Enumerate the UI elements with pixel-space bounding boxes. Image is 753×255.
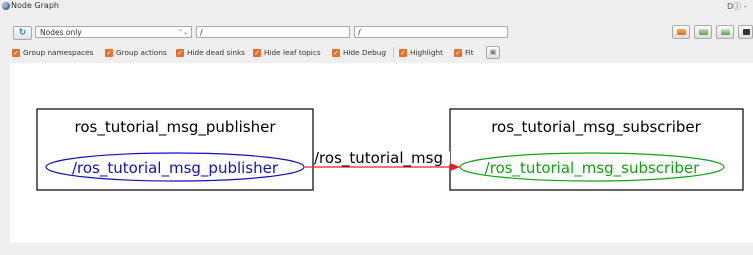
group-namespaces-checkbox[interactable]: ✓ Group namespaces	[12, 47, 93, 58]
topic-filter-input[interactable]: /	[354, 26, 508, 38]
highlight-checkbox[interactable]: ✓ Highlight	[399, 47, 443, 58]
publisher-node-label: /ros_tutorial_msg_publisher	[72, 159, 279, 178]
app-icon	[2, 2, 10, 10]
node-graph: ros_tutorial_msg_publisher /ros_tutorial…	[36, 108, 744, 191]
fit-view-button[interactable]: ▣	[486, 46, 500, 59]
window-title: Node Graph	[11, 1, 59, 10]
publisher-namespace-label: ros_tutorial_msg_publisher	[74, 118, 276, 137]
hide-leaf-topics-checkbox[interactable]: ✓ Hide leaf topics	[253, 47, 321, 58]
group-actions-checkbox[interactable]: ✓ Group actions	[105, 47, 167, 58]
node-filter-input[interactable]: /	[196, 26, 350, 38]
checkbox-checked-icon: ✓	[12, 48, 20, 57]
topic-edge-label: /ros_tutorial_msg	[314, 149, 443, 168]
save-image-button[interactable]	[738, 25, 753, 39]
separator	[393, 47, 394, 58]
save-image-icon	[699, 29, 708, 35]
fit-checkbox[interactable]: ✓ Fit	[454, 47, 474, 58]
toolbar: ↻ Nodes only ⌃⌄ / /	[0, 25, 753, 43]
checkbox-checked-icon: ✓	[253, 48, 261, 57]
checkbox-checked-icon: ✓	[399, 48, 407, 57]
select-arrows-icon: ⌃⌄	[177, 29, 188, 36]
hide-debug-checkbox[interactable]: ✓ Hide Debug	[332, 47, 386, 58]
options-bar: ✓ Group namespaces ✓ Group actions ✓ Hid…	[0, 46, 753, 60]
folder-icon	[677, 29, 686, 35]
checkbox-checked-icon: ✓	[176, 48, 184, 57]
save-dot-button[interactable]	[694, 25, 712, 39]
hide-leaf-topics-label: Hide leaf topics	[264, 48, 321, 57]
save-svg-icon	[721, 29, 730, 35]
checkbox-checked-icon: ✓	[454, 48, 462, 57]
load-dot-button[interactable]	[672, 25, 690, 39]
fit-label: Fit	[465, 48, 474, 57]
display-mode-value: Nodes only	[40, 28, 82, 37]
checkbox-checked-icon: ✓	[105, 48, 113, 57]
image-icon	[743, 29, 750, 35]
display-mode-select[interactable]: Nodes only ⌃⌄	[35, 26, 192, 38]
title-bar: Node Graph Dⓘ -	[0, 0, 753, 13]
subscriber-namespace-label: ros_tutorial_msg_subscriber	[491, 118, 701, 137]
refresh-icon: ↻	[18, 28, 27, 38]
subscriber-node-label: /ros_tutorial_msg_subscriber	[485, 159, 700, 178]
hide-dead-sinks-label: Hide dead sinks	[187, 48, 245, 57]
highlight-label: Highlight	[410, 48, 443, 57]
checkbox-checked-icon: ✓	[332, 48, 340, 57]
status-strip	[0, 243, 753, 255]
fit-in-view-icon: ▣	[489, 48, 497, 56]
save-svg-button[interactable]	[716, 25, 734, 39]
group-namespaces-label: Group namespaces	[23, 48, 94, 57]
refresh-button[interactable]: ↻	[13, 26, 32, 40]
group-actions-label: Group actions	[116, 48, 167, 57]
graph-canvas[interactable]: ros_tutorial_msg_publisher /ros_tutorial…	[10, 63, 753, 243]
hide-debug-label: Hide Debug	[343, 48, 386, 57]
hide-dead-sinks-checkbox[interactable]: ✓ Hide dead sinks	[176, 47, 245, 58]
window-controls[interactable]: Dⓘ -	[727, 1, 747, 12]
